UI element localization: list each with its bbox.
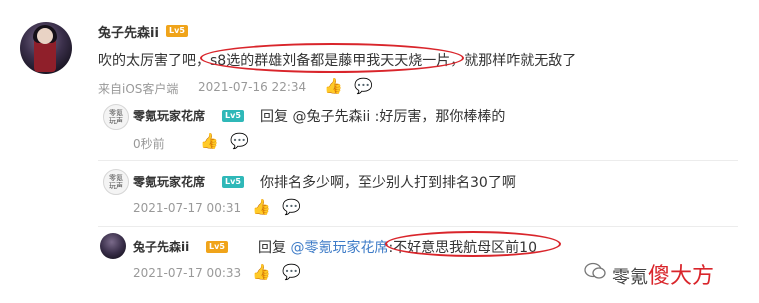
red-circle-annotation xyxy=(385,231,561,257)
level-badge: Lv5 xyxy=(222,176,244,188)
divider xyxy=(98,226,738,227)
comment-source: 来自iOS客户端 xyxy=(98,82,179,96)
reply-author[interactable]: 零氪玩家花席 xyxy=(133,107,205,124)
watermark: 零氪傻大方 xyxy=(612,264,715,289)
reply-icon[interactable]: 💬 xyxy=(230,133,249,149)
reply-text: 你排名多少啊，至少别人打到排名30了啊 xyxy=(260,175,516,191)
wechat-icon xyxy=(584,262,606,280)
like-icon[interactable]: 👍 xyxy=(252,199,271,215)
like-icon[interactable]: 👍 xyxy=(200,133,219,149)
reply-icon[interactable]: 💬 xyxy=(282,199,301,215)
like-icon[interactable]: 👍 xyxy=(324,78,343,94)
level-badge: Lv5 xyxy=(222,110,244,122)
reply-icon[interactable]: 💬 xyxy=(354,78,373,94)
avatar[interactable]: 零氪 玩声 xyxy=(103,104,129,130)
reply-time: 2021-07-17 00:31 xyxy=(133,201,242,215)
divider xyxy=(98,160,738,161)
reply-icon[interactable]: 💬 xyxy=(282,264,301,280)
reply-author[interactable]: 零氪玩家花席 xyxy=(133,173,205,190)
mention-link[interactable]: @零氪玩家花席 xyxy=(290,240,388,256)
level-badge: Lv5 xyxy=(206,241,228,253)
watermark-brand: 傻大方 xyxy=(648,264,715,289)
avatar-text: 零氪 xyxy=(109,109,123,117)
red-circle-annotation xyxy=(200,43,464,73)
like-icon[interactable]: 👍 xyxy=(252,264,271,280)
reply-time: 0秒前 xyxy=(133,137,165,151)
avatar[interactable] xyxy=(100,233,126,259)
avatar[interactable] xyxy=(20,22,72,74)
reply-author[interactable]: 兔子先森ii xyxy=(133,238,189,255)
level-badge: Lv5 xyxy=(166,25,188,37)
avatar[interactable]: 零氪 玩声 xyxy=(103,169,129,195)
comment-author[interactable]: 兔子先森ii xyxy=(98,22,159,41)
reply-text: 回复 @兔子先森ii :好厉害，那你棒棒的 xyxy=(260,109,506,125)
comment-time: 2021-07-16 22:34 xyxy=(198,80,307,94)
reply-time: 2021-07-17 00:33 xyxy=(133,266,242,280)
